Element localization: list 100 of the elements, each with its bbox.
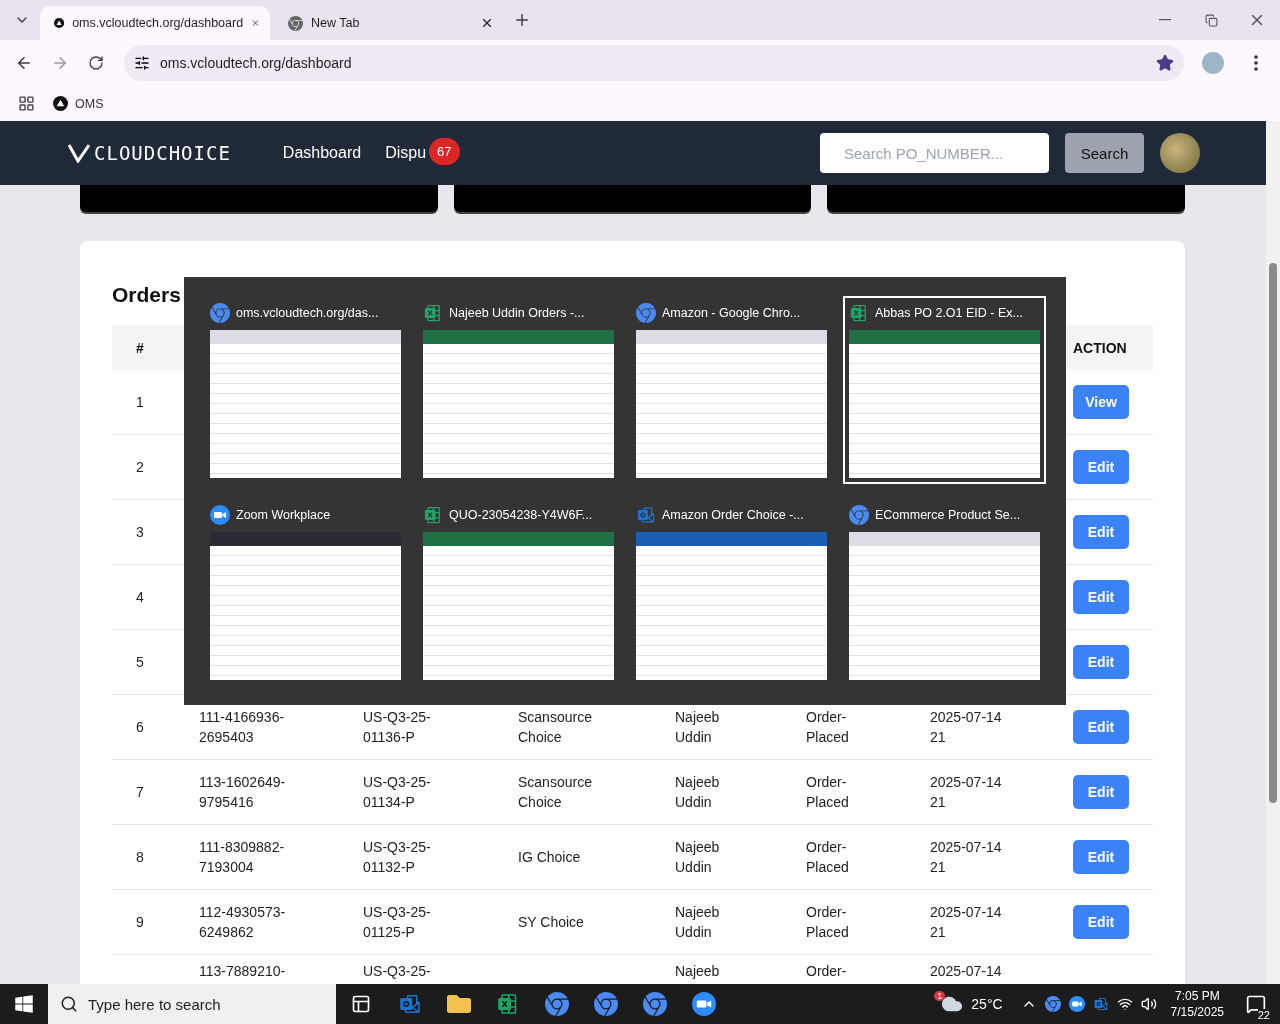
minimize-icon (1159, 19, 1171, 21)
site-settings-icon[interactable] (134, 55, 150, 71)
column-header: # (135, 339, 145, 356)
window-preview[interactable]: Amazon Order Choice -... (630, 498, 833, 686)
browser-icon (642, 992, 667, 1016)
table-cell-text: US-Q3-25-01125-P (363, 903, 432, 942)
folder-icon (446, 992, 471, 1016)
table-cell-text: 113-7889210- (199, 962, 287, 981)
browser-icon[interactable] (1044, 996, 1061, 1012)
table-cell-text: 2025-07-14 21 (930, 903, 1003, 942)
action-button[interactable]: Edit (1073, 710, 1129, 744)
action-button[interactable]: View (1073, 385, 1129, 419)
window-preview[interactable]: Amazon - Google Chro... (630, 296, 833, 484)
table-cell-text: Najeeb Uddin (675, 838, 721, 877)
browser-icon (849, 505, 869, 525)
table-cell-text: 2025-07-14 21 (930, 838, 1003, 877)
forward-arrow-icon (51, 54, 69, 72)
row-number: 9 (135, 913, 145, 932)
table-cell-text: 2025-07-14 (930, 962, 1003, 981)
apps-grid-icon[interactable] (18, 95, 35, 112)
action-button[interactable]: Edit (1073, 775, 1129, 809)
row-number: 5 (135, 653, 145, 672)
action-button[interactable]: Edit (1073, 840, 1129, 874)
video-camera-icon (210, 505, 230, 525)
browser-tab[interactable]: oms.vcloudtech.org/dashboard (40, 6, 270, 40)
table-cell-text: Najeeb Uddin (675, 708, 721, 747)
table-cell-text: Najeeb (675, 962, 721, 981)
action-button[interactable]: Edit (1073, 905, 1129, 939)
spreadsheet-icon (849, 303, 869, 323)
table-cell-text: Najeeb Uddin (675, 773, 721, 812)
table-cell-text: Order-Placed (806, 838, 850, 877)
table-cell-text: 2025-07-14 21 (930, 773, 1003, 812)
network-icon[interactable] (1116, 996, 1133, 1012)
window-preview[interactable]: Najeeb Uddin Orders -... (417, 296, 620, 484)
bookmark-link[interactable]: OMS (53, 96, 104, 111)
orders-title: Orders (112, 283, 181, 307)
mail-icon (636, 505, 656, 525)
reload-icon (88, 55, 104, 71)
table-cell-text: 111-8309882-7193004 (199, 838, 286, 877)
task-view-icon (350, 994, 371, 1014)
clock[interactable]: 7:05 PM 7/15/2025 (1170, 988, 1224, 1020)
alert-badge: 1 (934, 991, 946, 1001)
row-number: 8 (135, 848, 145, 867)
table-cell-text: 2025-07-14 21 (930, 708, 1003, 747)
bookmark-star-icon[interactable] (1156, 54, 1174, 72)
mail-icon (397, 992, 422, 1016)
taskbar-search-field[interactable]: Type here to search (48, 984, 336, 1024)
close-icon[interactable] (480, 16, 494, 30)
triangle-logo-icon (53, 96, 68, 111)
search-button[interactable]: Search (1065, 133, 1144, 173)
window-preview[interactable]: ECommerce Product Se... (843, 498, 1046, 686)
browser-icon (544, 992, 569, 1016)
user-avatar[interactable] (1160, 133, 1200, 173)
action-button[interactable]: Edit (1073, 515, 1129, 549)
browser-icon (288, 15, 303, 31)
brand-logo-text: CLOUDCHOICE (94, 142, 231, 164)
action-button[interactable]: Edit (1073, 645, 1129, 679)
nav-link[interactable]: Dispu (385, 144, 427, 162)
table-cell-text: Order-Placed (806, 903, 850, 942)
notification-button[interactable]: 22 (1238, 984, 1274, 1024)
search-icon (60, 995, 78, 1013)
video-camera-icon[interactable] (1068, 996, 1085, 1012)
browser-tab[interactable]: New Tab (274, 6, 504, 40)
speaker-icon[interactable] (1140, 996, 1157, 1012)
count-badge: 67 (429, 137, 460, 165)
restore-icon (1204, 13, 1218, 27)
windows-logo-icon (14, 994, 34, 1014)
menu-dots-icon (1254, 55, 1258, 71)
scrollbar[interactable] (1266, 121, 1280, 984)
window-preview[interactable]: oms.vcloudtech.org/das... (204, 296, 407, 484)
row-number: 3 (135, 523, 145, 542)
table-cell-text: US-Q3-25-01136-P (363, 708, 432, 747)
triangle-logo-icon (54, 15, 65, 31)
table-cell-text: 112-4930573-6249862 (199, 903, 287, 942)
table-cell-text: SY Choice (518, 913, 585, 932)
window-preview[interactable]: QUO-23054238-Y4W6F... (417, 498, 620, 686)
browser-icon (636, 303, 656, 323)
column-header: ACTION (1073, 339, 1128, 356)
table-cell-text: US-Q3-25-01132-P (363, 838, 432, 877)
table-cell-text: Order- (806, 962, 848, 981)
row-number: 1 (135, 393, 145, 412)
browser-icon (210, 303, 230, 323)
plus-icon (513, 11, 531, 29)
table-cell-text: Najeeb Uddin (675, 903, 721, 942)
address-bar[interactable]: oms.vcloudtech.org/dashboard (124, 45, 1184, 81)
table-cell-text: IG Choice (518, 848, 582, 867)
table-cell-text: US-Q3-25-01134-P (363, 773, 432, 812)
row-number: 4 (135, 588, 145, 607)
table-cell-text: Scansource Choice (518, 773, 593, 812)
action-button[interactable]: Edit (1073, 450, 1129, 484)
video-camera-icon (691, 992, 716, 1016)
v-logo-icon (68, 143, 90, 163)
search-field[interactable]: Search PO_NUMBER... (820, 133, 1049, 173)
action-button[interactable]: Edit (1073, 580, 1129, 614)
window-preview[interactable]: Zoom Workplace (204, 498, 407, 686)
window-preview[interactable]: Abbas PO 2.O1 EID - Ex... (843, 296, 1046, 484)
nav-link[interactable]: Dashboard (282, 144, 362, 162)
table-cell-text: 113-1602649-9795416 (199, 773, 287, 812)
mail-icon[interactable] (1092, 996, 1109, 1012)
table-cell-text: US-Q3-25- (363, 962, 432, 981)
